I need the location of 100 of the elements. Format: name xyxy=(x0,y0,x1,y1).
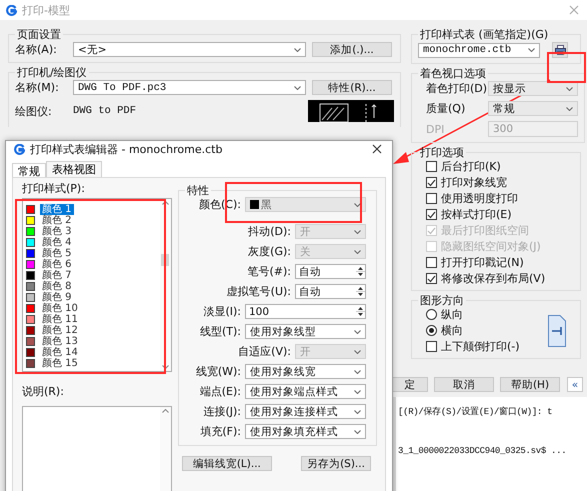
chevron-down-icon xyxy=(354,230,361,234)
dropdown[interactable]: 使用对象填充样式 xyxy=(245,424,366,439)
radio-label: 横向 xyxy=(441,324,463,337)
app-logo-icon xyxy=(14,144,25,154)
spin-arrows-icon[interactable] xyxy=(356,265,365,278)
dropdown[interactable]: 常规 xyxy=(488,101,578,116)
chevron-down-icon xyxy=(354,202,361,206)
group-title: 着色视口选项 xyxy=(419,67,487,80)
properties-button[interactable]: 特性(R)... xyxy=(312,80,392,95)
close-button[interactable] xyxy=(370,142,384,156)
field-label: 连接(J): xyxy=(203,405,241,418)
add-button[interactable]: 添加(.)... xyxy=(312,42,392,57)
chevron-down-icon xyxy=(354,250,361,254)
list-item[interactable]: 颜色 8 xyxy=(40,281,74,292)
list-item[interactable]: 颜色 11 xyxy=(40,314,80,325)
field-label: 抖动(D): xyxy=(248,225,291,238)
spin-arrows-icon[interactable] xyxy=(356,305,365,318)
field-label: 质量(Q) xyxy=(426,102,466,115)
checkbox-label: 使用透明度打印 xyxy=(441,192,518,205)
dropdown[interactable]: DWG To PDF.pc3 xyxy=(73,80,306,95)
color-square-icon xyxy=(250,200,259,209)
group-title: 图形方向 xyxy=(419,294,465,307)
spin-field[interactable]: 自动 xyxy=(295,264,366,279)
list-item[interactable]: 颜色 12 xyxy=(40,325,80,336)
chevron-down-icon xyxy=(354,410,361,414)
checkbox[interactable] xyxy=(426,193,437,204)
checkbox-label: 后台打印(K) xyxy=(441,160,501,173)
collapse-button[interactable]: « xyxy=(567,377,583,392)
list-item[interactable]: 颜色 7 xyxy=(40,270,74,281)
field-label: 淡显(I): xyxy=(203,305,241,318)
list-item[interactable]: 颜色 5 xyxy=(40,248,74,259)
scroll-up-icon[interactable] xyxy=(162,201,169,205)
chevron-down-icon xyxy=(354,430,361,434)
field-label: 填充(F): xyxy=(200,425,241,438)
list-item[interactable]: 颜色 4 xyxy=(40,237,74,248)
field-label: 笔号(#): xyxy=(247,265,291,278)
list-label: 打印样式(P): xyxy=(22,182,86,195)
field-label: 绘图仪: xyxy=(15,105,53,118)
list-item[interactable]: 颜色 6 xyxy=(40,259,74,270)
checkbox-label: 按样式打印(E) xyxy=(441,208,512,221)
radio-button[interactable] xyxy=(426,325,437,336)
radio-button[interactable] xyxy=(426,309,437,320)
cancel-button[interactable]: 取消 xyxy=(434,377,494,392)
tab[interactable]: 表格视图 xyxy=(46,161,102,177)
list-item[interactable]: 颜色 2 xyxy=(40,215,74,226)
help-button[interactable]: 帮助(H) xyxy=(500,377,560,392)
annotation-frame xyxy=(547,52,586,83)
field-label: 灰度(G): xyxy=(248,245,291,258)
scroll-down-icon[interactable] xyxy=(162,365,169,369)
checkbox[interactable] xyxy=(426,209,437,220)
list-item[interactable]: 颜色 10 xyxy=(40,303,80,314)
spin-field[interactable]: 自动 xyxy=(295,284,366,299)
dialog-title: 打印样式表编辑器 - monochrome.ctb xyxy=(30,142,224,156)
checkbox[interactable] xyxy=(426,177,437,188)
chevron-down-icon xyxy=(354,330,361,334)
list-item[interactable]: 颜色 9 xyxy=(40,292,74,303)
app-logo-icon xyxy=(6,4,17,16)
checkbox[interactable] xyxy=(426,257,437,268)
field-label: 自适应(V): xyxy=(238,345,291,358)
dropdown[interactable]: 使用对象线宽 xyxy=(245,364,366,379)
plotter-name: DWG to PDF xyxy=(73,105,136,117)
dropdown[interactable]: <无> xyxy=(73,42,306,57)
description-field[interactable] xyxy=(22,406,172,491)
save-as-button[interactable]: 另存为(S)... xyxy=(301,456,371,471)
checkbox-label: 将修改保存到布局(V) xyxy=(441,272,546,285)
field-label: DPI xyxy=(426,122,446,136)
group-title: 打印样式表 (画笔指定)(G) xyxy=(419,28,550,41)
close-icon xyxy=(569,5,579,15)
checkbox-label: 最后打印图纸空间 xyxy=(441,224,529,237)
checkbox[interactable] xyxy=(426,341,437,352)
scroll-up-icon[interactable] xyxy=(162,409,169,413)
chevron-down-icon xyxy=(566,86,573,90)
checkbox-label: 隐藏图纸空间对象(J) xyxy=(441,240,541,253)
spin-arrows-icon[interactable] xyxy=(356,285,365,298)
field-label: 说明(R): xyxy=(22,385,65,398)
field-label: 虚拟笔号(U): xyxy=(226,285,291,298)
chevron-down-icon xyxy=(294,86,301,90)
dropdown[interactable]: monochrome.ctb xyxy=(418,42,540,58)
dropdown[interactable]: 按显示 xyxy=(488,81,578,96)
checkbox-label: 上下颠倒打印(-) xyxy=(441,340,520,353)
list-item[interactable]: 颜色 13 xyxy=(40,336,80,347)
command-line: 3_1_0000022033DCC940_0325.sv$ ... xyxy=(398,446,566,456)
dropdown[interactable]: 使用对象线型 xyxy=(245,324,366,339)
spin-field[interactable]: 100 xyxy=(245,304,366,319)
list-item[interactable]: 颜色 3 xyxy=(40,226,74,237)
checkbox[interactable] xyxy=(426,273,437,284)
checkbox[interactable] xyxy=(426,161,437,172)
list-item[interactable]: 颜色 15 xyxy=(40,358,80,369)
tab[interactable]: 常规 xyxy=(12,163,46,177)
chevron-down-icon xyxy=(566,106,573,110)
edit-lineweights-button[interactable]: 编辑线宽(L)... xyxy=(182,456,272,471)
group-title: 打印选项 xyxy=(419,146,465,159)
scrollbar[interactable] xyxy=(160,407,171,491)
ok-button[interactable]: 定 xyxy=(393,377,428,392)
page-icon xyxy=(548,315,566,347)
list-item[interactable]: 颜色 14 xyxy=(40,347,80,358)
list-item[interactable]: 颜色 1 xyxy=(40,204,74,215)
field-label: 线宽(W): xyxy=(196,365,241,378)
dropdown[interactable]: 使用对象端点样式 xyxy=(245,384,366,399)
dropdown[interactable]: 使用对象连接样式 xyxy=(245,404,366,419)
